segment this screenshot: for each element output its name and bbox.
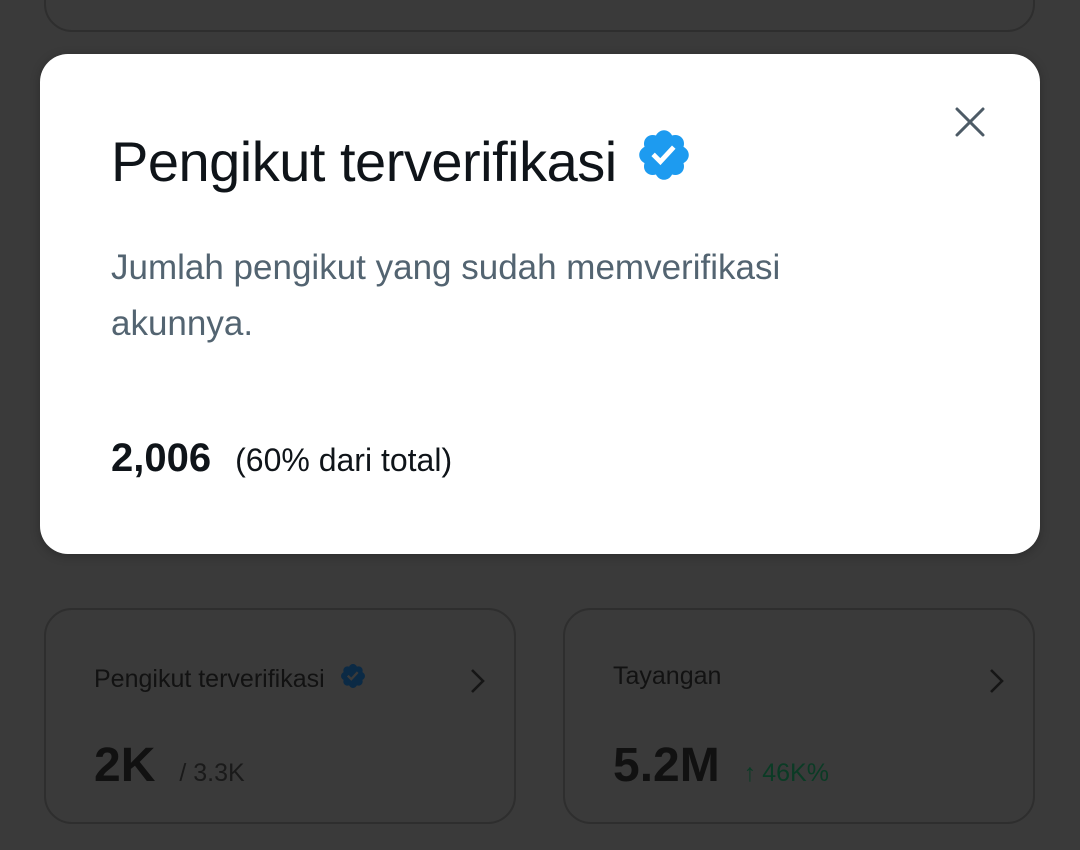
chevron-right-icon[interactable] (981, 666, 1011, 696)
verified-badge-icon (635, 126, 693, 197)
growth-badge: ↑ 46K% (744, 759, 829, 788)
arrow-up-icon: ↑ (743, 759, 757, 787)
card-value-row: 5.2M ↑ 46K% (613, 738, 829, 793)
card-total: / 3.3K (179, 759, 245, 787)
dialog-description: Jumlah pengikut yang sudah memverifikasi… (111, 248, 781, 343)
dialog-stat-row: 2,006 (60% dari total) (111, 436, 452, 481)
card-title-row: Tayangan (613, 662, 721, 691)
close-icon (955, 107, 985, 137)
info-dialog: Pengikut terverifikasi Jumlah pengikut y… (40, 54, 1040, 554)
growth-value: 46K% (762, 759, 829, 787)
card-title: Tayangan (613, 662, 722, 690)
stat-card-verified-followers[interactable]: Pengikut terverifikasi 2K / 3.3K (44, 608, 516, 824)
verified-badge-icon (339, 662, 367, 697)
card-value: 5.2M (613, 739, 720, 792)
card-title: Pengikut terverifikasi (94, 665, 325, 693)
dialog-title: Pengikut terverifikasi (111, 130, 617, 193)
card-value-row: 2K / 3.3K (94, 738, 245, 793)
dialog-title-row: Pengikut terverifikasi (111, 126, 693, 197)
chevron-right-icon[interactable] (462, 666, 492, 696)
verified-follower-percent: (60% dari total) (235, 442, 453, 478)
stat-card-impressions[interactable]: Tayangan 5.2M ↑ 46K% (563, 608, 1035, 824)
background-card-top (44, 0, 1035, 32)
page: Pengikut terverifikasi 2K / 3.3K Tayanga… (0, 0, 1080, 850)
card-title-row: Pengikut terverifikasi (94, 662, 367, 697)
close-button[interactable] (950, 102, 990, 142)
card-value: 2K (94, 739, 156, 792)
verified-follower-count: 2,006 (111, 436, 212, 480)
